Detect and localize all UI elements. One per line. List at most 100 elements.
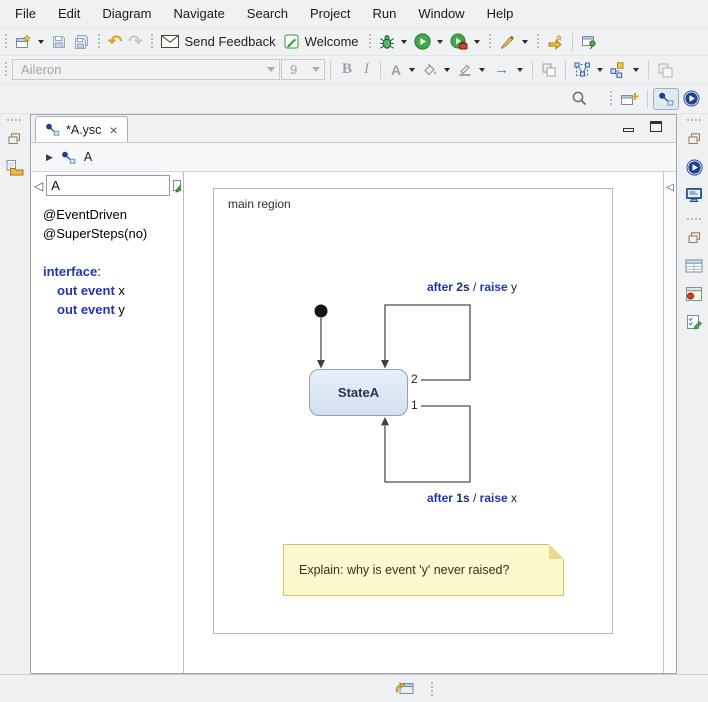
restore-icon [8, 133, 21, 145]
perspective-modeling-button[interactable] [653, 88, 679, 110]
undo-button[interactable]: ↶ [105, 31, 125, 52]
toolbar-drag-handle[interactable] [97, 33, 101, 50]
status-drag-handle[interactable] [430, 681, 434, 698]
italic-button[interactable]: I [358, 61, 375, 78]
initial-state[interactable] [315, 305, 328, 318]
arrow-style-button[interactable]: → [489, 59, 514, 80]
welcome-button[interactable]: Welcome [281, 32, 364, 51]
fill-color-bucket-icon [422, 62, 438, 77]
search-button[interactable] [568, 88, 591, 109]
external-tools-button[interactable] [496, 31, 519, 52]
console-view-button[interactable] [683, 185, 705, 205]
transition-2-label[interactable]: after 2s / raise y [402, 280, 542, 294]
note-text: Explain: why is event 'y' never raised? [299, 563, 509, 577]
menu-help[interactable]: Help [476, 1, 525, 26]
new-wizard-button[interactable] [12, 32, 35, 52]
menu-navigate[interactable]: Navigate [162, 1, 235, 26]
open-perspective-button[interactable] [617, 89, 642, 109]
menu-project[interactable]: Project [299, 1, 361, 26]
send-feedback-button[interactable]: Send Feedback [158, 32, 281, 51]
state-statea[interactable]: StateA [309, 369, 408, 416]
tasks-view-button[interactable] [683, 312, 705, 332]
diagram-canvas[interactable]: main region after 2s / raise y [184, 172, 663, 673]
menu-edit[interactable]: Edit [47, 1, 91, 26]
dock-drag-handle[interactable] [686, 118, 703, 122]
clipped-toolbar-button[interactable] [654, 60, 676, 80]
toolbar-drag-handle[interactable] [4, 33, 8, 50]
line-color-button[interactable] [454, 60, 476, 79]
toolbar-separator [647, 90, 648, 108]
restore-views-button[interactable] [3, 129, 25, 149]
line-color-dropdown-caret-icon[interactable] [479, 68, 485, 72]
transition-1-priority[interactable]: 1 [411, 398, 418, 412]
dock-drag-handle[interactable] [6, 118, 23, 122]
statechart-text-editor[interactable]: @EventDriven@SuperSteps(no) interface:ou… [31, 199, 183, 673]
new-wizard-dropdown-caret-icon[interactable] [38, 40, 44, 44]
statechart-node-icon [61, 151, 76, 164]
toolbar-drag-handle[interactable] [536, 33, 540, 50]
toolbar-drag-handle[interactable] [150, 33, 154, 50]
select-elements-button[interactable] [571, 60, 594, 80]
expand-palette-icon[interactable]: ◁ [665, 182, 675, 193]
project-explorer-button[interactable] [3, 157, 25, 177]
last-edit-location-button[interactable] [544, 32, 567, 52]
transition-after-1s[interactable] [385, 406, 470, 482]
font-family-combo[interactable]: Aileron [12, 59, 280, 80]
fill-color-button[interactable] [419, 60, 441, 79]
copy-appearance-button[interactable] [538, 60, 560, 80]
debug-dropdown-caret-icon[interactable] [401, 40, 407, 44]
view-window-buttons [623, 121, 662, 132]
pin-editor-button[interactable] [578, 32, 600, 52]
arrange-elements-button[interactable] [607, 60, 630, 80]
breadcrumb-item-a[interactable]: A [84, 150, 92, 164]
font-size-combo[interactable]: 9 [281, 59, 325, 80]
debug-button[interactable] [376, 32, 398, 52]
font-size-chevron-icon [312, 67, 320, 72]
maximize-view-icon[interactable] [650, 121, 662, 132]
redo-button[interactable]: ↷ [125, 31, 145, 52]
bold-button[interactable]: B [336, 61, 358, 78]
minimize-view-icon[interactable] [623, 128, 634, 132]
edit-name-icon[interactable] [172, 178, 181, 193]
menu-file[interactable]: File [4, 1, 47, 26]
menu-diagram[interactable]: Diagram [91, 1, 162, 26]
run-coverage-dropdown-caret-icon[interactable] [474, 40, 480, 44]
breadcrumb-expand-icon[interactable]: ▶ [46, 152, 53, 163]
main-region[interactable]: main region after 2s / raise y [213, 188, 613, 634]
toolbar-drag-handle[interactable] [4, 61, 8, 78]
dock-drag-handle[interactable] [686, 217, 703, 221]
arrange-elements-dropdown-caret-icon[interactable] [633, 68, 639, 72]
external-tools-dropdown-caret-icon[interactable] [522, 40, 528, 44]
arrow-style-dropdown-caret-icon[interactable] [517, 68, 523, 72]
properties-view-button[interactable] [683, 256, 705, 276]
menu-run[interactable]: Run [361, 1, 407, 26]
toolbar-drag-handle[interactable] [488, 33, 492, 50]
menu-search[interactable]: Search [236, 1, 299, 26]
save-button[interactable] [48, 32, 70, 52]
run-button[interactable] [411, 31, 434, 52]
menu-window[interactable]: Window [407, 1, 475, 26]
transition-1-label[interactable]: after 1s / raise x [402, 491, 542, 505]
simulation-view-button[interactable] [683, 157, 705, 177]
open-perspective-icon [620, 91, 639, 107]
restore-views-button[interactable] [683, 129, 705, 149]
tab-close-icon[interactable]: × [109, 123, 117, 137]
breakpoints-view-button[interactable] [683, 284, 705, 304]
run-dropdown-caret-icon[interactable] [437, 40, 443, 44]
toolbar-drag-handle[interactable] [368, 33, 372, 50]
note-annotation[interactable]: Explain: why is event 'y' never raised? [283, 544, 564, 596]
tab-a-ysc[interactable]: *A.ysc × [35, 116, 128, 142]
font-color-button[interactable]: A [386, 60, 406, 80]
save-all-button[interactable] [70, 32, 93, 52]
select-elements-dropdown-caret-icon[interactable] [597, 68, 603, 72]
toolbar-drag-handle[interactable] [609, 90, 613, 107]
perspective-simulation-button[interactable] [679, 87, 704, 110]
fill-color-dropdown-caret-icon[interactable] [444, 68, 450, 72]
statechart-name-input[interactable] [46, 175, 170, 196]
run-coverage-button[interactable] [447, 31, 471, 52]
collapse-panel-icon[interactable]: ◁ [33, 179, 44, 193]
restore-views-button[interactable] [683, 228, 705, 248]
restore-editor-button[interactable] [393, 679, 416, 700]
font-color-dropdown-caret-icon[interactable] [409, 68, 415, 72]
transition-2-priority[interactable]: 2 [411, 372, 418, 386]
